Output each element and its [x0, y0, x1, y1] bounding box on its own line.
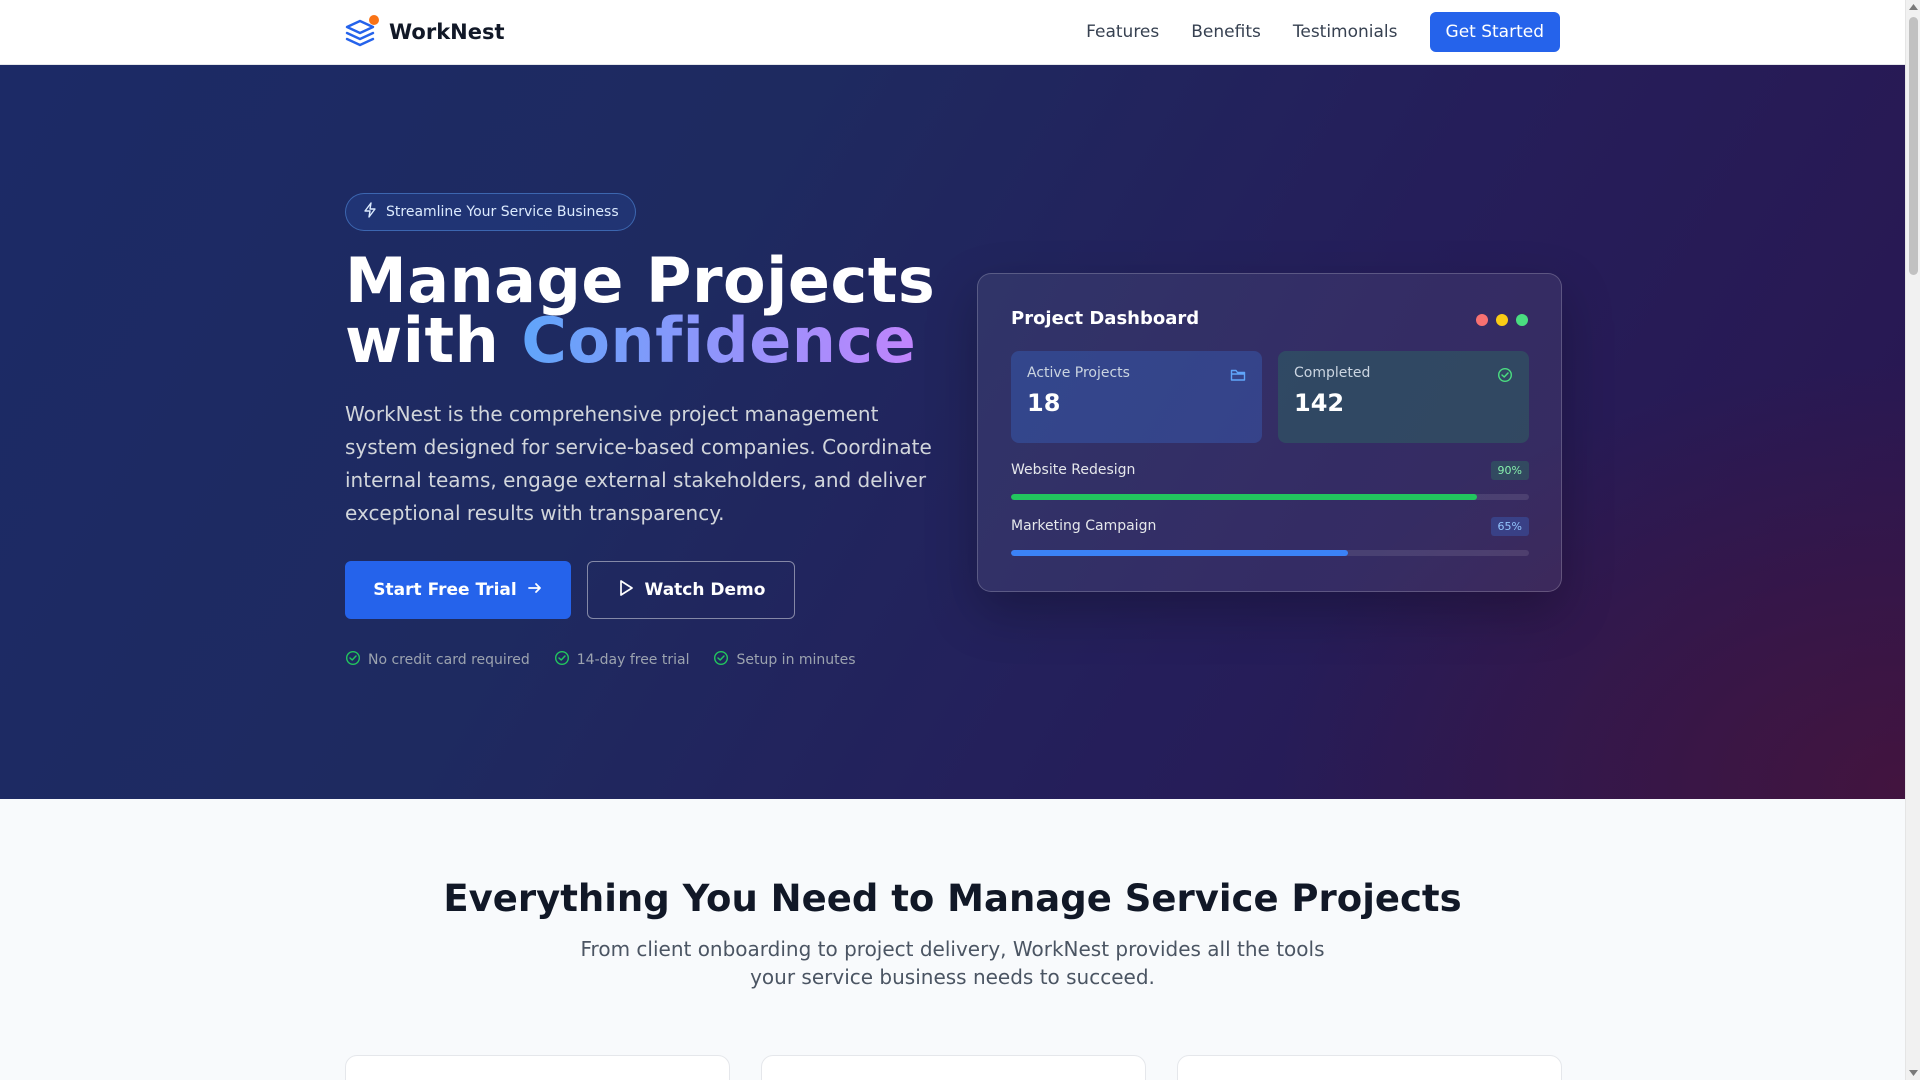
- nav-link-testimonials[interactable]: Testimonials: [1293, 22, 1398, 42]
- dashboard-title: Project Dashboard: [1011, 308, 1200, 329]
- brand-home-link[interactable]: WorkNest: [345, 15, 505, 49]
- scroll-down-arrow-icon[interactable]: [1909, 1070, 1918, 1076]
- progress-name: Marketing Campaign: [1011, 518, 1157, 534]
- stat-value: 142: [1294, 389, 1345, 417]
- scrollbar-thumb[interactable]: [1909, 17, 1918, 275]
- nav-link-benefits[interactable]: Benefits: [1191, 22, 1261, 42]
- perk-text: No credit card required: [368, 652, 530, 668]
- start-free-trial-button[interactable]: Start Free Trial: [345, 561, 571, 619]
- window-dot-green: [1516, 314, 1528, 326]
- progress-track: [1011, 494, 1529, 500]
- feature-card: [345, 1055, 730, 1080]
- nav-links: Features Benefits Testimonials Get Start…: [1054, 12, 1560, 52]
- stat-label: Completed: [1294, 365, 1371, 381]
- hero-section: Streamline Your Service Business Manage …: [0, 65, 1905, 799]
- watch-demo-label: Watch Demo: [644, 580, 766, 600]
- progress-percent-badge: 90%: [1490, 460, 1529, 480]
- hero-description: WorkNest is the comprehensive project ma…: [345, 402, 932, 525]
- check-circle-icon: [1497, 367, 1513, 387]
- nav-link-features[interactable]: Features: [1086, 22, 1159, 42]
- progress-fill: [1011, 550, 1348, 556]
- features-subtitle: From client onboarding to project delive…: [580, 937, 1325, 989]
- perk-item: Setup in minutes: [713, 650, 856, 670]
- window-dot-red: [1476, 314, 1488, 326]
- hero-title: Manage Projects with Confidence: [345, 250, 965, 372]
- progress-website-redesign: Website Redesign 90%: [1011, 458, 1529, 500]
- stat-active-projects: Active Projects 18: [1011, 351, 1262, 443]
- progress-percent-badge: 65%: [1490, 516, 1529, 536]
- progress-track: [1011, 550, 1529, 556]
- window-dot-yellow: [1496, 314, 1508, 326]
- perk-item: 14-day free trial: [554, 650, 690, 670]
- hero-badge-text: Streamline Your Service Business: [386, 204, 619, 220]
- lightning-icon: [362, 202, 378, 222]
- feature-card: [761, 1055, 1146, 1080]
- stat-label: Active Projects: [1027, 365, 1130, 381]
- perk-item: No credit card required: [345, 650, 530, 670]
- features-title: Everything You Need to Manage Service Pr…: [443, 877, 1462, 920]
- progress-fill: [1011, 494, 1478, 500]
- watch-demo-button[interactable]: Watch Demo: [587, 561, 795, 619]
- scroll-up-arrow-icon[interactable]: [1909, 4, 1918, 10]
- perk-text: 14-day free trial: [576, 652, 690, 668]
- layers-logo-icon: [345, 15, 379, 49]
- feature-card: [1177, 1055, 1562, 1080]
- start-free-trial-label: Start Free Trial: [373, 580, 517, 600]
- perk-text: Setup in minutes: [736, 652, 856, 668]
- hero-perks: No credit card required 14-day free tria…: [345, 650, 856, 670]
- brand-name: WorkNest: [389, 20, 505, 44]
- folder-icon: [1230, 367, 1246, 387]
- check-circle-icon: [554, 650, 570, 670]
- check-circle-icon: [713, 650, 729, 670]
- stat-completed: Completed 142: [1278, 351, 1529, 443]
- hero-badge: Streamline Your Service Business: [345, 193, 636, 231]
- get-started-button[interactable]: Get Started: [1429, 12, 1560, 52]
- features-section: Everything You Need to Manage Service Pr…: [0, 799, 1905, 1080]
- top-navbar: WorkNest Features Benefits Testimonials …: [0, 0, 1905, 65]
- window-dots: [1476, 314, 1528, 326]
- hero-title-accent: Confidence: [521, 304, 917, 377]
- hero-title-line2-plain: with: [345, 304, 500, 377]
- arrow-right-icon: [527, 580, 543, 601]
- stat-value: 18: [1027, 389, 1061, 417]
- progress-name: Website Redesign: [1011, 462, 1136, 478]
- progress-marketing-campaign: Marketing Campaign 65%: [1011, 514, 1529, 556]
- check-circle-icon: [345, 650, 361, 670]
- project-dashboard-card: Project Dashboard Active Projects 18 Com…: [977, 273, 1562, 592]
- page-scrollbar[interactable]: [1905, 0, 1920, 1080]
- play-icon: [617, 579, 635, 602]
